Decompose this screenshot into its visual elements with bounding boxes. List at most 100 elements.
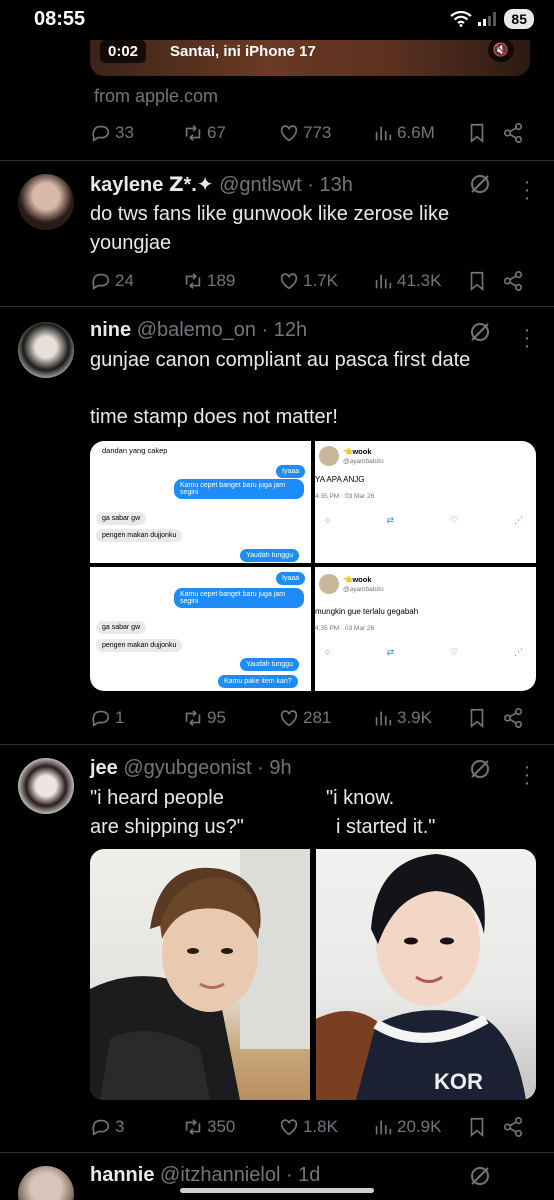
tweet-actions: 3 350 1.8K 20.9K bbox=[90, 1113, 530, 1141]
tweet-text-line1: gunjae canon compliant au pasca first da… bbox=[90, 349, 471, 371]
grok-icon[interactable] bbox=[468, 320, 492, 344]
name-emoji: ꓜ*.✦ bbox=[168, 174, 214, 196]
status-icons: 85 bbox=[450, 9, 534, 29]
mute-icon[interactable]: 🔇 bbox=[488, 38, 514, 62]
reply-button[interactable]: 3 bbox=[90, 1116, 124, 1138]
person-illustration bbox=[90, 849, 310, 1100]
tweet-header: hannie @itzhannielol · 1d bbox=[90, 1164, 321, 1186]
handle[interactable]: @gyubgeonist bbox=[123, 757, 251, 779]
views-button[interactable]: 6.6M bbox=[372, 122, 435, 144]
like-button[interactable]: 281 bbox=[278, 707, 331, 729]
tweet-header: jee @gyubgeonist · 9h bbox=[90, 757, 292, 779]
display-name[interactable]: kaylene bbox=[90, 174, 169, 196]
share-button[interactable] bbox=[502, 707, 524, 729]
share-button[interactable] bbox=[502, 122, 524, 144]
timestamp[interactable]: 9h bbox=[269, 757, 291, 779]
card-source[interactable]: from apple.com bbox=[94, 86, 218, 107]
display-name[interactable]: hannie bbox=[90, 1164, 154, 1186]
views-button[interactable]: 20.9K bbox=[372, 1116, 441, 1138]
reply-button[interactable]: 33 bbox=[90, 122, 134, 144]
repost-icon bbox=[185, 710, 201, 726]
views-icon bbox=[375, 126, 392, 141]
tweet-text-left-1: "i heard people bbox=[90, 787, 224, 809]
jersey-text: KOR bbox=[434, 1069, 483, 1094]
views-icon bbox=[375, 711, 392, 726]
timestamp[interactable]: 1d bbox=[298, 1164, 320, 1186]
divider bbox=[0, 160, 554, 161]
handle[interactable]: @gntlswt bbox=[219, 174, 302, 196]
bookmark-icon bbox=[470, 708, 484, 729]
reply-icon bbox=[92, 1119, 110, 1136]
home-indicator[interactable] bbox=[180, 1188, 374, 1193]
tweet-text-line2: time stamp does not matter! bbox=[90, 406, 338, 428]
grok-icon[interactable] bbox=[468, 757, 492, 781]
tweet-text-right-2: i started it." bbox=[336, 816, 436, 838]
repost-button[interactable]: 67 bbox=[182, 122, 226, 144]
video-duration: 0:02 bbox=[100, 40, 147, 63]
tweet-header: kaylene ꓜ*.✦ @gntlswt · 13h bbox=[90, 174, 353, 196]
views-icon bbox=[375, 274, 392, 289]
media-grid[interactable]: dandan yang cakep Iyaaa Kamu cepet bange… bbox=[90, 441, 536, 691]
divider bbox=[0, 1152, 554, 1153]
like-icon bbox=[280, 710, 298, 727]
share-icon bbox=[503, 271, 523, 291]
repost-button[interactable]: 95 bbox=[182, 707, 226, 729]
repost-button[interactable]: 189 bbox=[182, 270, 235, 292]
signal-icon bbox=[478, 12, 497, 26]
views-button[interactable]: 3.9K bbox=[372, 707, 432, 729]
repost-button[interactable]: 350 bbox=[182, 1116, 235, 1138]
views-button[interactable]: 41.3K bbox=[372, 270, 441, 292]
like-icon bbox=[280, 1119, 298, 1136]
tweet-text-right-1: "i know. bbox=[326, 787, 395, 809]
grok-icon[interactable] bbox=[468, 172, 492, 196]
divider bbox=[0, 744, 554, 745]
media-chat-2[interactable]: Iyaaa Kamu cepet banget baru juga jam se… bbox=[90, 567, 311, 691]
reply-button[interactable]: 1 bbox=[90, 707, 124, 729]
tweet-actions: 33 67 773 6.6M bbox=[90, 119, 530, 147]
display-name[interactable]: nine bbox=[90, 319, 131, 341]
photo-right[interactable]: KOR bbox=[316, 849, 536, 1100]
grok-icon[interactable] bbox=[468, 1164, 492, 1188]
mini-action-icons: ○ ⇄ ♡ ⋰ bbox=[325, 515, 524, 525]
tweet-header: nine @balemo_on · 12h bbox=[90, 319, 308, 341]
tweet-actions: 1 95 281 3.9K bbox=[90, 704, 530, 732]
like-button[interactable]: 1.7K bbox=[278, 270, 338, 292]
bookmark-button[interactable] bbox=[466, 122, 488, 144]
avatar bbox=[319, 574, 339, 594]
avatar[interactable] bbox=[18, 1166, 74, 1200]
reply-icon bbox=[92, 710, 110, 727]
media-post-1[interactable]: 👈wook @ayambatoto YA APA ANJG 4:35 PM · … bbox=[315, 441, 536, 563]
media-post-2[interactable]: 👈wook @ayambatoto mungkin gue terlalu ge… bbox=[315, 567, 536, 691]
divider bbox=[0, 306, 554, 307]
bookmark-button[interactable] bbox=[466, 1116, 488, 1138]
like-button[interactable]: 1.8K bbox=[278, 1116, 338, 1138]
bookmark-button[interactable] bbox=[466, 270, 488, 292]
avatar[interactable] bbox=[18, 322, 74, 378]
mini-action-icons: ○ ⇄ ♡ ⋰ bbox=[325, 647, 524, 657]
status-bar: 08:55 85 bbox=[0, 0, 554, 40]
avatar[interactable] bbox=[18, 174, 74, 230]
more-icon[interactable]: · · · bbox=[522, 172, 532, 208]
timestamp[interactable]: 12h bbox=[274, 319, 307, 341]
display-name[interactable]: jee bbox=[90, 757, 118, 779]
like-button[interactable]: 773 bbox=[278, 122, 331, 144]
share-icon bbox=[503, 123, 523, 143]
repost-icon bbox=[185, 273, 201, 289]
timestamp[interactable]: 13h bbox=[319, 174, 352, 196]
handle[interactable]: @itzhannielol bbox=[160, 1164, 280, 1186]
avatar[interactable] bbox=[18, 758, 74, 814]
repost-icon bbox=[185, 125, 201, 141]
share-button[interactable] bbox=[502, 270, 524, 292]
battery-indicator: 85 bbox=[504, 9, 534, 29]
tweet-actions: 24 189 1.7K 41.3K bbox=[90, 267, 530, 295]
handle[interactable]: @balemo_on bbox=[137, 319, 256, 341]
media-chat-1[interactable]: dandan yang cakep Iyaaa Kamu cepet bange… bbox=[90, 441, 311, 563]
reply-button[interactable]: 24 bbox=[90, 270, 134, 292]
photo-left[interactable] bbox=[90, 849, 310, 1100]
bookmark-button[interactable] bbox=[466, 707, 488, 729]
person-illustration: KOR bbox=[316, 854, 526, 1100]
reply-icon bbox=[92, 273, 110, 290]
tweet-text: do tws fans like gunwook like zerose lik… bbox=[90, 203, 450, 254]
wifi-icon bbox=[450, 11, 473, 27]
share-button[interactable] bbox=[502, 1116, 524, 1138]
